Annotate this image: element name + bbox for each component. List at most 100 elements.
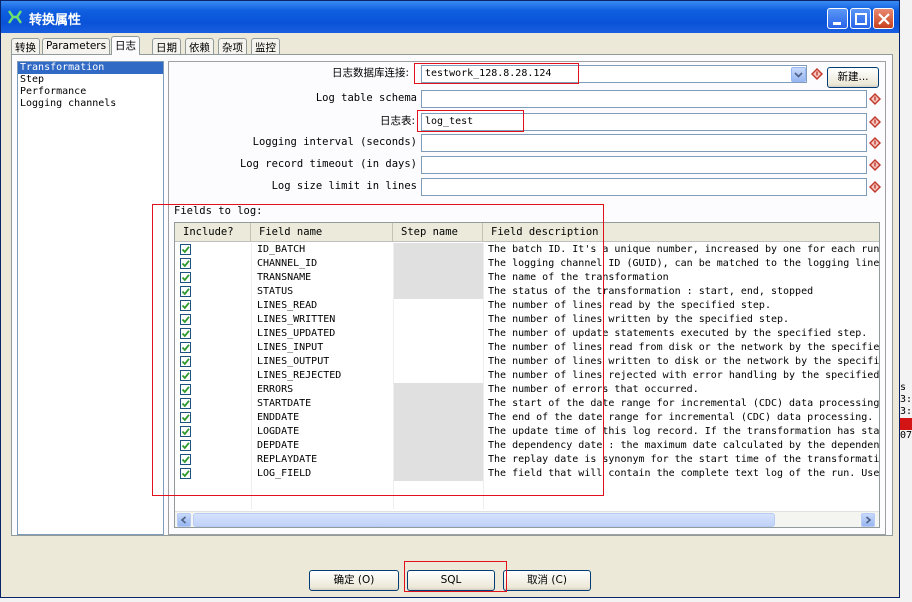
include-checkbox[interactable] [180,342,191,353]
logging-interval-input[interactable] [421,134,867,152]
table-row[interactable]: ERRORS The number of errors that occurred… [175,383,879,397]
field-name-cell[interactable]: DEPDATE [257,439,391,453]
include-checkbox[interactable] [180,454,191,465]
field-name-cell[interactable]: REPLAYDATE [257,453,391,467]
variable-icon [869,181,881,193]
tab-misc[interactable]: 杂项 [218,38,247,54]
log-type-item-performance[interactable]: Performance [18,86,163,98]
cancel-button[interactable]: 取消 (C) [503,570,591,591]
include-checkbox[interactable] [180,384,191,395]
field-name-cell[interactable]: LINES_OUTPUT [257,355,391,369]
field-description-cell: The number of update statements executed… [488,328,868,339]
step-name-cell[interactable] [394,327,483,341]
include-checkbox[interactable] [180,328,191,339]
table-row[interactable]: TRANSNAME The name of the transformation [175,271,879,285]
log-table-input[interactable]: log_test [421,113,867,131]
close-button[interactable] [873,8,894,29]
step-name-cell[interactable] [394,369,483,383]
maximize-icon [855,13,867,25]
tab-logging[interactable]: 日志 [111,36,140,55]
field-name-cell[interactable]: STARTDATE [257,397,391,411]
step-name-cell[interactable] [394,341,483,355]
new-connection-button[interactable]: 新建... [827,67,879,88]
column-header-include[interactable]: Include? [175,223,251,242]
field-name-cell[interactable]: STATUS [257,285,391,299]
field-name-cell[interactable]: LINES_UPDATED [257,327,391,341]
log-connection-select[interactable]: testwork_128.8.28.124 [421,65,807,83]
table-row[interactable]: LINES_OUTPUT The number of lines written … [175,355,879,369]
include-checkbox[interactable] [180,370,191,381]
table-row[interactable]: LOGDATE The update time of this log recor… [175,425,879,439]
field-name-cell[interactable]: TRANSNAME [257,271,391,285]
include-checkbox[interactable] [180,314,191,325]
field-name-cell[interactable]: LOGDATE [257,425,391,439]
tab-dependencies[interactable]: 依赖 [185,38,214,54]
table-row[interactable]: ENDDATE The end of the date range for inc… [175,411,879,425]
field-name-cell[interactable]: ID_BATCH [257,243,391,257]
field-description-cell: The field that will contain the complete… [488,468,880,479]
log-type-item-step[interactable]: Step [18,74,163,86]
table-row[interactable]: REPLAYDATE The replay date is synonym for… [175,453,879,467]
maximize-button[interactable] [850,8,871,29]
field-name-cell[interactable]: ENDDATE [257,411,391,425]
include-checkbox[interactable] [180,244,191,255]
field-name-cell[interactable]: LINES_INPUT [257,341,391,355]
include-checkbox[interactable] [180,398,191,409]
include-checkbox[interactable] [180,440,191,451]
log-timeout-input[interactable] [421,156,867,174]
step-name-cell[interactable] [394,313,483,327]
logging-interval-label: Logging interval (seconds) [252,136,417,148]
sql-button[interactable]: SQL [407,570,495,591]
include-checkbox[interactable] [180,286,191,297]
log-size-limit-input[interactable] [421,178,867,196]
include-checkbox[interactable] [180,258,191,269]
include-checkbox[interactable] [180,300,191,311]
table-row[interactable]: LINES_READ The number of lines read by th… [175,299,879,313]
include-cell [175,397,251,411]
include-cell [175,271,251,285]
field-name-cell[interactable]: LINES_WRITTEN [257,313,391,327]
include-checkbox[interactable] [180,468,191,479]
include-checkbox[interactable] [180,356,191,367]
table-row[interactable]: LOG_FIELD The field that will contain the… [175,467,880,481]
step-name-cell [394,411,483,425]
table-row[interactable]: LINES_REJECTED The number of lines reject… [175,369,879,383]
table-row[interactable]: DEPDATE The dependency date : the maximum… [175,439,879,453]
field-name-cell[interactable]: LOG_FIELD [257,467,391,481]
column-header-field-name[interactable]: Field name [251,223,393,242]
field-name-cell[interactable]: CHANNEL_ID [257,257,391,271]
table-row[interactable]: LINES_WRITTEN The number of lines written… [175,313,879,327]
field-name-cell[interactable]: ERRORS [257,383,391,397]
scroll-right-button[interactable] [861,513,875,527]
step-name-cell[interactable] [394,299,483,313]
step-name-cell [394,439,483,453]
log-type-item-transformation[interactable]: Transformation [18,62,163,74]
include-checkbox[interactable] [180,426,191,437]
column-header-step-name[interactable]: Step name [393,223,483,242]
scroll-thumb[interactable] [193,513,775,527]
include-checkbox[interactable] [180,412,191,423]
tab-transformation[interactable]: 转换 [11,38,40,54]
tab-dates[interactable]: 日期 [152,38,181,54]
step-name-cell[interactable] [394,355,483,369]
log-table-label: 日志表: [379,115,415,127]
table-row[interactable]: STATUS The status of the transformation :… [175,285,879,299]
minimize-button[interactable] [827,8,848,29]
table-row[interactable]: LINES_UPDATED The number of update statem… [175,327,879,341]
column-header-field-description[interactable]: Field description [483,223,879,242]
ok-button[interactable]: 确定 (O) [309,570,399,591]
field-name-cell[interactable]: LINES_REJECTED [257,369,391,383]
table-row[interactable]: STARTDATE The start of the date range for… [175,397,879,411]
scroll-left-button[interactable] [177,513,191,527]
field-name-cell[interactable]: LINES_READ [257,299,391,313]
tab-parameters[interactable]: Parameters [42,38,111,54]
connection-dropdown-button[interactable] [791,67,806,82]
table-row[interactable]: CHANNEL_ID The logging channel ID (GUID),… [175,257,879,271]
log-type-item-logging-channels[interactable]: Logging channels [18,98,163,110]
table-row[interactable]: ID_BATCH The batch ID. It's a unique numb… [175,243,879,257]
tab-monitoring[interactable]: 监控 [251,38,280,54]
table-row[interactable]: LINES_INPUT The number of lines read from… [175,341,879,355]
log-schema-input[interactable] [421,90,867,108]
horizontal-scrollbar[interactable] [175,511,879,527]
include-checkbox[interactable] [180,272,191,283]
